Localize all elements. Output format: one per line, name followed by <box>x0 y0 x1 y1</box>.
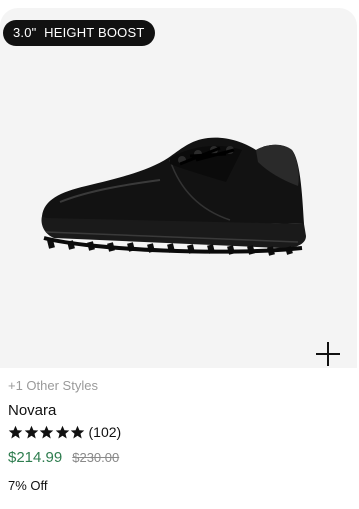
shoe-image[interactable] <box>30 120 315 270</box>
product-name[interactable]: Novara <box>8 402 56 419</box>
product-image-area[interactable] <box>0 8 357 368</box>
star-icon <box>8 425 23 438</box>
star-icon <box>24 425 38 438</box>
sale-price: $214.99 <box>8 449 63 466</box>
product-card[interactable]: 3.0" HEIGHT BOOST +1 Other Styles Novara… <box>0 0 359 509</box>
original-price: $230.00 <box>72 450 120 465</box>
price-row: $214.99 $230.00 <box>8 449 119 466</box>
other-styles-link[interactable]: +1 Other Styles <box>8 378 98 393</box>
star-icon <box>70 425 85 438</box>
star-rating <box>8 425 86 440</box>
review-count: (102) <box>88 424 122 440</box>
star-icon <box>55 425 69 438</box>
rating-row[interactable]: (102) <box>8 424 121 440</box>
plus-icon[interactable] <box>314 340 342 368</box>
discount-label: 7% Off <box>8 478 48 493</box>
star-icon <box>39 425 54 438</box>
height-boost-badge: 3.0" HEIGHT BOOST <box>3 20 155 46</box>
